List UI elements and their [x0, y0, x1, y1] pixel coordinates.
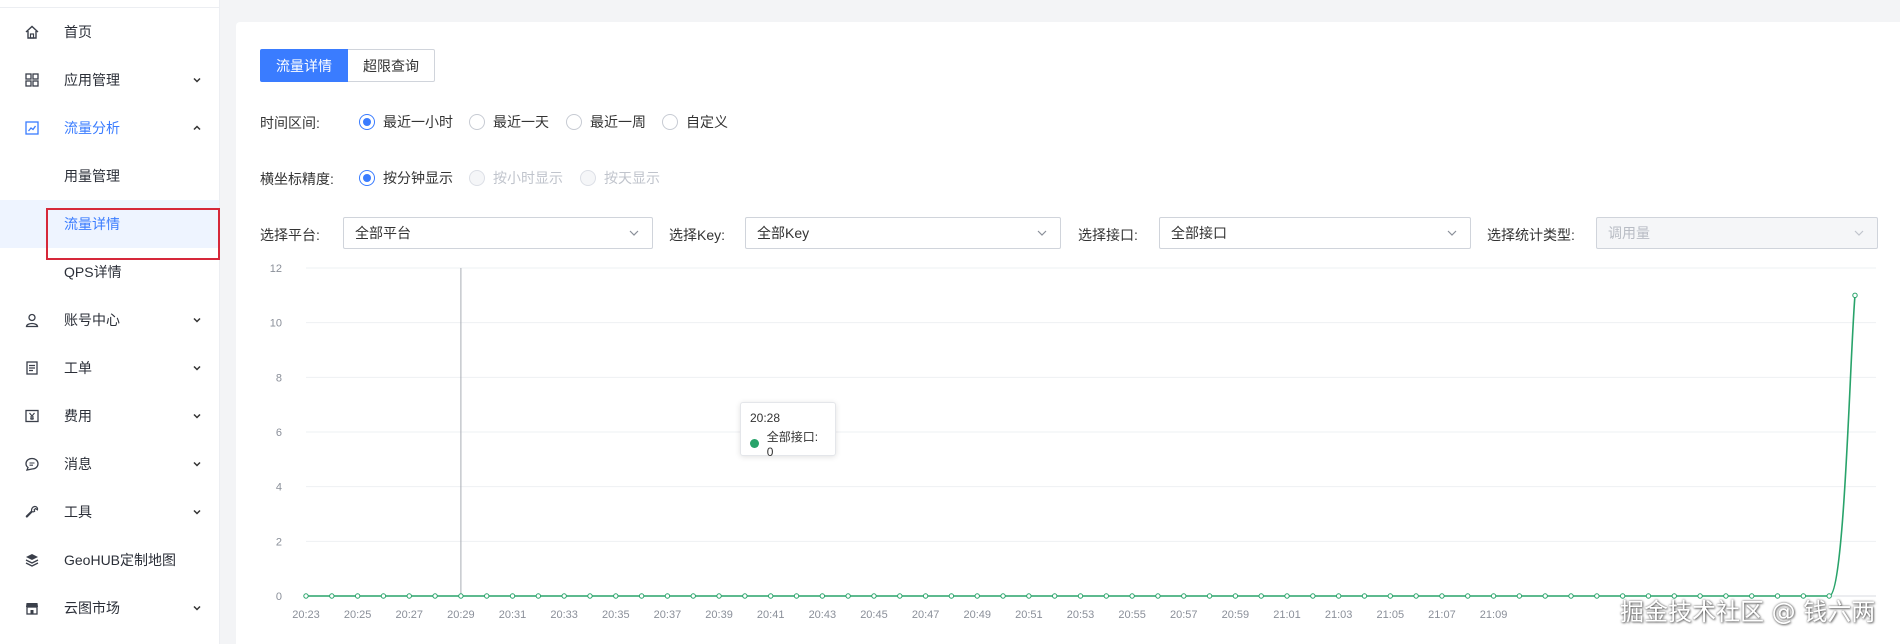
sidebar-item-label: 流量分析 [64, 120, 120, 136]
grid-icon [24, 72, 40, 88]
sidebar-item-home[interactable]: 首页 [0, 8, 219, 56]
api-select[interactable]: 全部接口 [1159, 217, 1471, 249]
sidebar-item-account-center[interactable]: 账号中心 [0, 296, 219, 344]
chevron-up-icon [191, 122, 203, 134]
user-icon [24, 312, 40, 328]
key-select[interactable]: 全部Key [745, 217, 1061, 249]
chevron-down-icon [1446, 227, 1458, 239]
radio-last-hour[interactable]: 最近一小时 [359, 112, 453, 132]
sidebar-subitem-traffic-details[interactable]: 流量详情 [0, 200, 219, 248]
sidebar-item-billing[interactable]: 费用 [0, 392, 219, 440]
chevron-down-icon [191, 506, 203, 518]
stat-type-label: 选择统计类型: [1487, 227, 1575, 243]
radio-dot [580, 170, 596, 186]
radio-label: 最近一天 [493, 114, 549, 130]
sidebar: 首页 应用管理 流量分析 用量管理 流量详情 QPS详情 账号中心 工单 费用 … [0, 0, 220, 644]
wrench-icon [24, 504, 40, 520]
radio-label: 按天显示 [604, 170, 660, 186]
sidebar-subitem-label: QPS详情 [64, 264, 122, 280]
chevron-down-icon [191, 74, 203, 86]
sidebar-item-tickets[interactable]: 工单 [0, 344, 219, 392]
sidebar-item-label: 应用管理 [64, 72, 120, 88]
radio-label: 按分钟显示 [383, 170, 453, 186]
home-icon [24, 24, 40, 40]
api-label: 选择接口: [1078, 227, 1138, 243]
main-panel: 流量详情 超限查询 时间区间: 最近一小时 最近一天 最近一周 自定义 横坐标精… [236, 22, 1900, 644]
sidebar-item-cloud-market[interactable]: 云图市场 [0, 584, 219, 632]
sidebar-item-label: GeoHUB定制地图 [64, 552, 177, 568]
sidebar-subitem-qps-details[interactable]: QPS详情 [0, 248, 219, 296]
sidebar-item-label: 工单 [64, 360, 92, 376]
chevron-down-icon [191, 410, 203, 422]
sidebar-item-traffic-analysis[interactable]: 流量分析 [0, 104, 219, 152]
layers-icon [24, 552, 40, 568]
radio-last-week[interactable]: 最近一周 [566, 112, 646, 132]
sidebar-subitem-label: 用量管理 [64, 168, 120, 184]
sidebar-subitem-label: 流量详情 [64, 216, 120, 232]
store-icon [24, 600, 40, 616]
tab-overlimit-query[interactable]: 超限查询 [348, 49, 435, 82]
time-range-label: 时间区间: [260, 115, 320, 131]
sidebar-item-label: 工具 [64, 504, 92, 520]
tab-bar: 流量详情 超限查询 [260, 49, 435, 82]
radio-label: 自定义 [686, 114, 728, 130]
radio-dot [662, 114, 678, 130]
sidebar-item-app-management[interactable]: 应用管理 [0, 56, 219, 104]
stat-type-select: 调用量 [1596, 217, 1878, 249]
chevron-down-icon [191, 362, 203, 374]
radio-custom[interactable]: 自定义 [662, 112, 728, 132]
stat-type-select-value: 调用量 [1608, 225, 1650, 241]
sidebar-item-label: 首页 [64, 24, 92, 40]
chart-tooltip: 20:28 全部接口: 0 [740, 402, 836, 459]
sidebar-item-tools[interactable]: 工具 [0, 488, 219, 536]
radio-dot [359, 170, 375, 186]
chart-icon [24, 120, 40, 136]
radio-by-hour: 按小时显示 [469, 168, 563, 188]
sidebar-item-label: 账号中心 [64, 312, 120, 328]
radio-by-minute[interactable]: 按分钟显示 [359, 168, 453, 188]
radio-last-day[interactable]: 最近一天 [469, 112, 549, 132]
radio-by-day: 按天显示 [580, 168, 660, 188]
message-icon [24, 456, 40, 472]
series-color-dot [750, 439, 759, 448]
radio-label: 按小时显示 [493, 170, 563, 186]
platform-select-value: 全部平台 [355, 225, 411, 241]
chevron-down-icon [1853, 227, 1865, 239]
radio-label: 最近一周 [590, 114, 646, 130]
chevron-down-icon [191, 314, 203, 326]
sidebar-item-messages[interactable]: 消息 [0, 440, 219, 488]
tab-traffic-details[interactable]: 流量详情 [260, 49, 348, 82]
radio-dot [359, 114, 375, 130]
sidebar-subitem-usage-management[interactable]: 用量管理 [0, 152, 219, 200]
ticket-icon [24, 360, 40, 376]
chevron-down-icon [191, 458, 203, 470]
platform-select[interactable]: 全部平台 [343, 217, 653, 249]
key-select-value: 全部Key [757, 225, 810, 241]
radio-dot [566, 114, 582, 130]
chevron-down-icon [1036, 227, 1048, 239]
sidebar-item-geohub[interactable]: GeoHUB定制地图 [0, 536, 219, 584]
platform-label: 选择平台: [260, 227, 320, 243]
tooltip-series-row: 全部接口: 0 [750, 428, 826, 459]
sidebar-item-label: 消息 [64, 456, 92, 472]
radio-dot [469, 170, 485, 186]
radio-dot [469, 114, 485, 130]
precision-label: 横坐标精度: [260, 171, 334, 187]
api-select-value: 全部接口 [1171, 225, 1227, 241]
radio-label: 最近一小时 [383, 114, 453, 130]
tooltip-series-label: 全部接口: 0 [766, 430, 819, 459]
yen-icon [24, 408, 40, 424]
key-label: 选择Key: [669, 227, 726, 243]
watermark-text: 掘金技术社区 @ 钱六两 [1620, 598, 1876, 626]
chevron-down-icon [191, 602, 203, 614]
sidebar-item-label: 云图市场 [64, 600, 120, 616]
sidebar-item-label: 费用 [64, 408, 92, 424]
tooltip-time: 20:28 [750, 411, 781, 425]
chevron-down-icon [628, 227, 640, 239]
